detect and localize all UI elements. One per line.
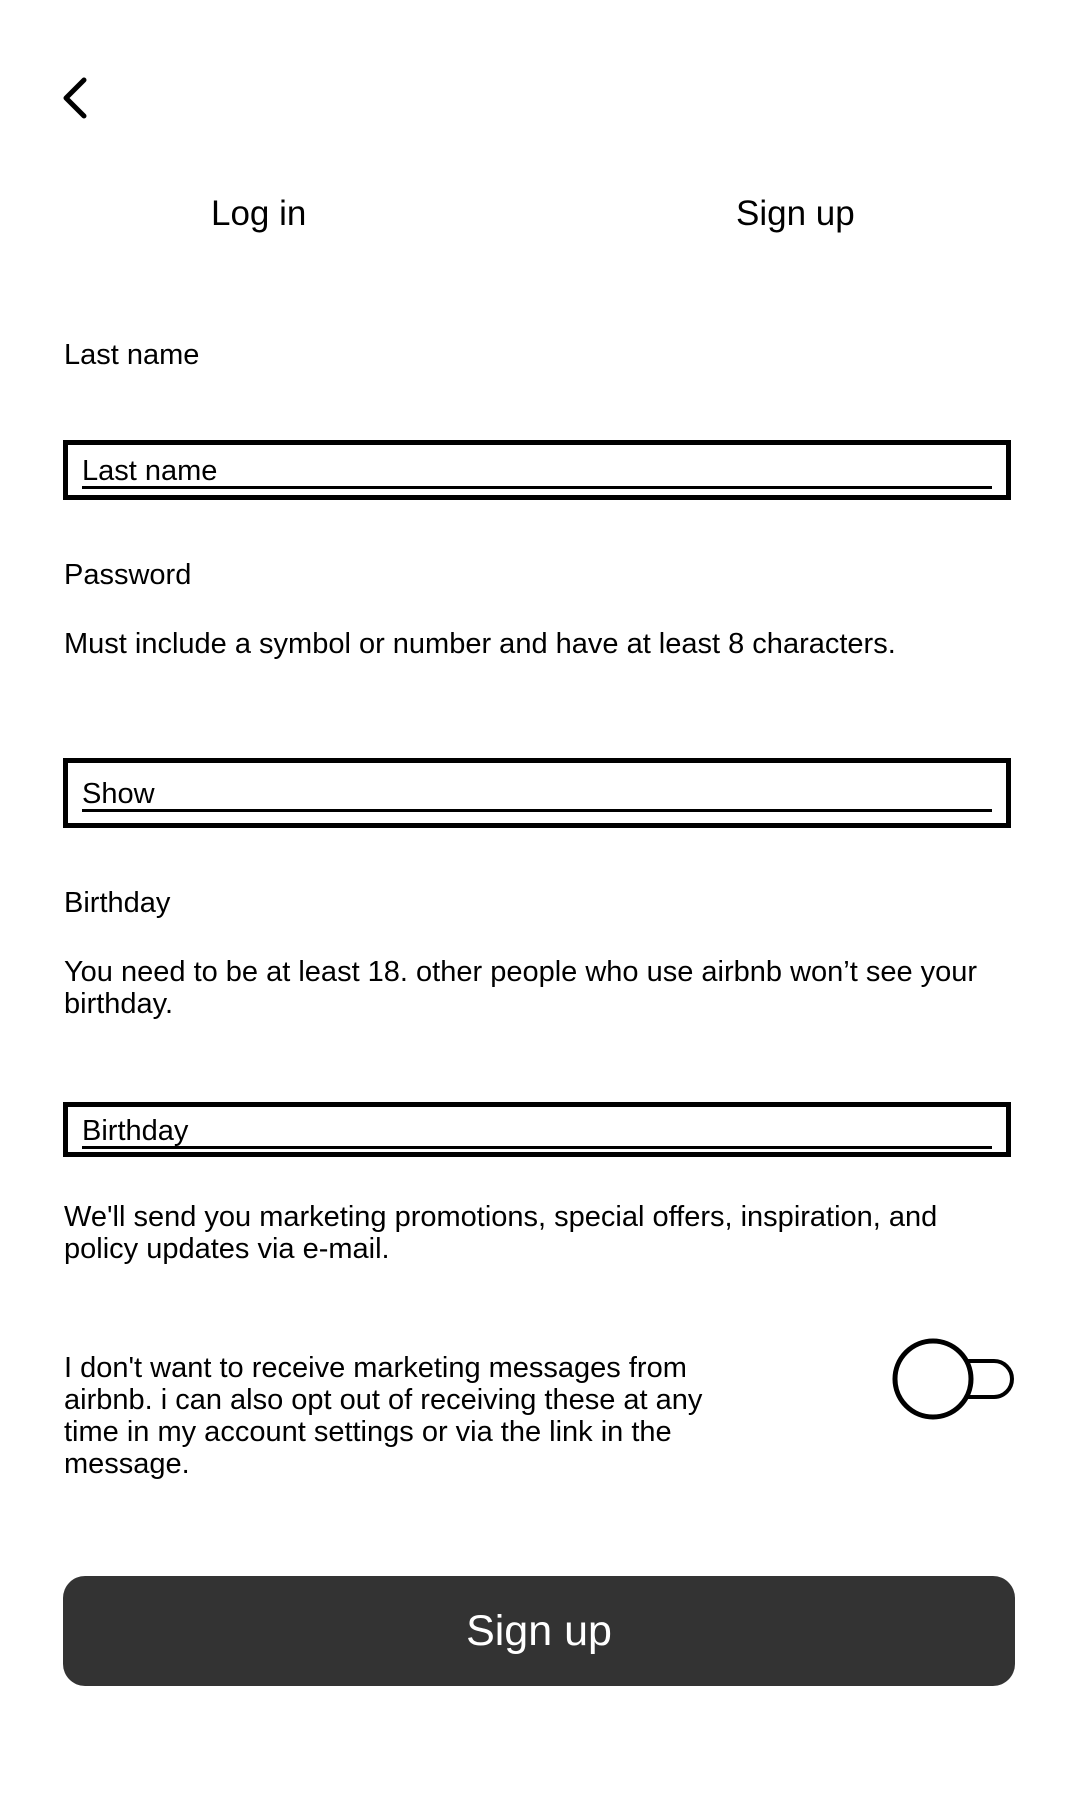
tab-log-in[interactable]: Log in — [211, 192, 306, 236]
password-hint: Must include a symbol or number and have… — [64, 628, 896, 660]
birthday-input[interactable]: Birthday — [82, 1116, 992, 1149]
birthday-field[interactable]: Birthday — [63, 1102, 1011, 1157]
birthday-hint: You need to be at least 18. other people… — [64, 956, 978, 1020]
opt-out-toggle[interactable] — [892, 1337, 1014, 1421]
password-show-toggle[interactable]: Show — [82, 779, 992, 812]
opt-out-text: I don't want to receive marketing messag… — [64, 1352, 703, 1480]
password-label: Password — [64, 559, 192, 591]
toggle-switch-icon — [892, 1338, 1014, 1420]
marketing-notice: We'll send you marketing promotions, spe… — [64, 1201, 938, 1265]
last-name-field[interactable]: Last name — [63, 440, 1011, 500]
password-field[interactable]: Show — [63, 758, 1011, 828]
sign-up-button[interactable]: Sign up — [63, 1576, 1015, 1686]
last-name-label: Last name — [64, 339, 200, 371]
last-name-input[interactable]: Last name — [82, 456, 992, 489]
birthday-label: Birthday — [64, 887, 171, 919]
back-button[interactable] — [52, 70, 100, 130]
sign-up-button-label: Sign up — [466, 1606, 612, 1655]
tab-sign-up[interactable]: Sign up — [736, 192, 855, 236]
chevron-left-icon — [58, 74, 94, 127]
